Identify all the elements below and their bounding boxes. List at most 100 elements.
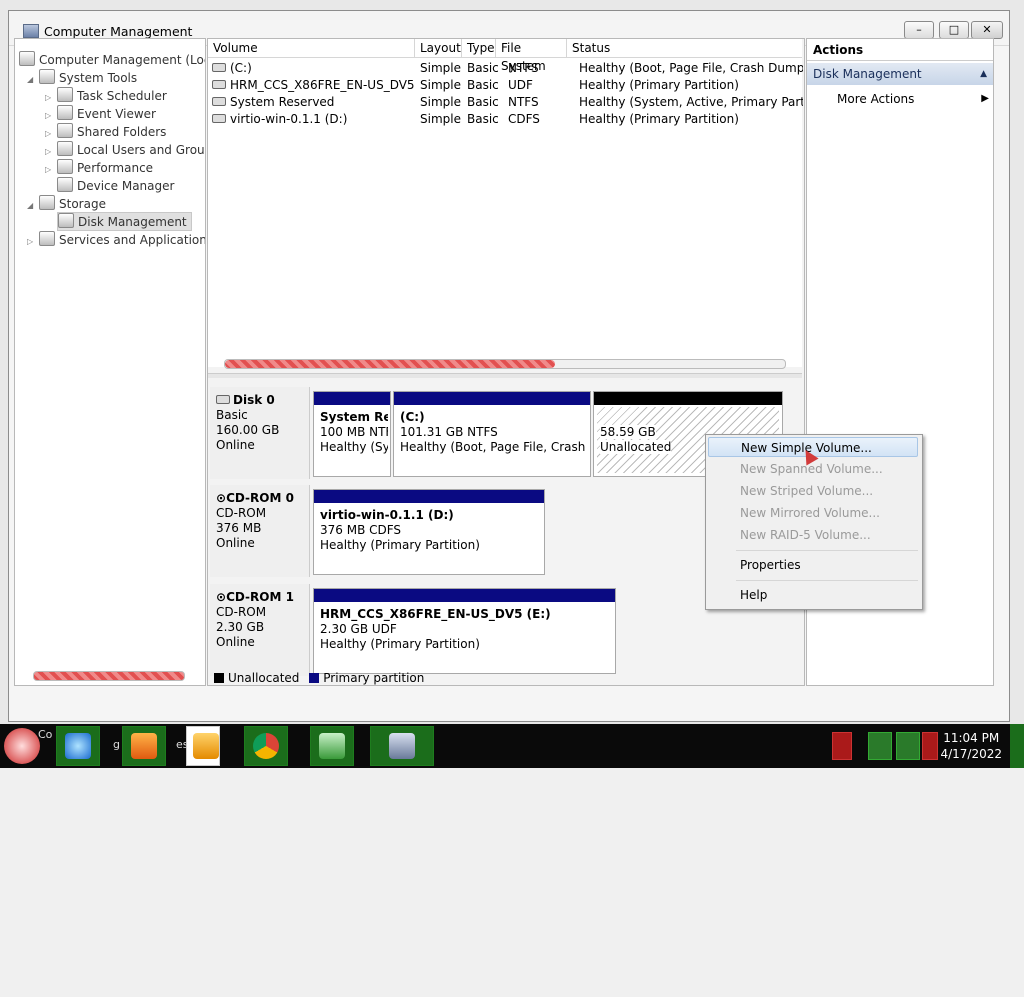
taskbar-explorer[interactable] <box>122 726 166 766</box>
collapse-arrow-icon[interactable]: ◢ <box>27 71 37 88</box>
partition-status: Healthy (Primary Partition) <box>320 637 480 651</box>
primary-swatch <box>309 673 320 683</box>
disk-kind: CD-ROM <box>216 506 267 520</box>
start-button[interactable] <box>4 728 40 764</box>
column-header-filesystem[interactable]: File System <box>496 39 567 73</box>
more-actions-label: More Actions <box>837 92 915 106</box>
tray-flag-icon[interactable] <box>832 732 852 760</box>
close-button[interactable]: ✕ <box>971 21 1003 39</box>
menu-separator <box>736 580 918 581</box>
shared-folders-icon <box>57 123 73 138</box>
taskbar-ie[interactable] <box>56 726 100 766</box>
partition-e[interactable]: HRM_CCS_X86FRE_EN-US_DV5 (E:) 2.30 GB UDF… <box>313 588 616 674</box>
table-row[interactable]: (C:) Simple Basic NTFS Healthy (Boot, Pa… <box>208 60 803 77</box>
collapse-arrow-icon[interactable]: ◢ <box>27 197 37 214</box>
vertical-scrollbar[interactable] <box>788 729 796 997</box>
horizontal-scrollbar[interactable] <box>33 671 185 681</box>
cell-volume: (C:) <box>230 61 252 75</box>
cell-filesystem: UDF <box>508 78 533 92</box>
cell-filesystem: CDFS <box>508 112 540 126</box>
partition-color-bar <box>314 392 390 405</box>
expand-arrow-icon[interactable]: ▷ <box>45 125 55 142</box>
more-actions-item[interactable]: More Actions ▶ <box>837 89 989 109</box>
disk-management-icon <box>58 213 74 228</box>
tray-network-icon[interactable] <box>896 732 920 760</box>
expand-arrow-icon[interactable]: ▷ <box>45 143 55 160</box>
horizontal-scrollbar[interactable] <box>224 359 786 369</box>
cell-status: Healthy (System, Active, Primary Partiti… <box>579 95 803 109</box>
menu-item-help[interactable]: Help <box>708 585 918 605</box>
tree-item-services[interactable]: ▷ Services and Applications <box>27 231 206 250</box>
partition-system-reserved[interactable]: System Res100 MB NTFHealthy (Sys <box>313 391 391 477</box>
tree-item-task-scheduler[interactable]: ▷ Task Scheduler <box>45 87 167 104</box>
partition-title: System Res <box>320 410 388 424</box>
computer-management-icon <box>319 733 345 759</box>
disk-icon <box>212 97 226 106</box>
menu-item-properties[interactable]: Properties <box>708 555 918 575</box>
table-row[interactable]: System Reserved Simple Basic NTFS Health… <box>208 94 803 111</box>
tree-item-device-manager[interactable]: Device Manager <box>57 177 174 194</box>
tree-item-label: System Tools <box>59 71 138 85</box>
event-viewer-icon <box>57 105 73 120</box>
minimize-button[interactable]: – <box>904 21 934 39</box>
collapse-triangle-icon[interactable]: ▲ <box>980 63 987 85</box>
partition-status: Healthy (Boot, Page File, Crash Dur <box>400 440 588 454</box>
disk-legend: Unallocated Primary partition <box>208 672 802 684</box>
tray-action-center-icon[interactable] <box>868 732 892 760</box>
cdrom-0-info[interactable]: ⊙CD-ROM 0 CD-ROM 376 MB Online <box>210 485 310 577</box>
tree-item-label: Performance <box>77 161 154 175</box>
cdrom-1-info[interactable]: ⊙CD-ROM 1 CD-ROM 2.30 GB Online <box>210 584 310 676</box>
tree-item-local-users[interactable]: ▷ Local Users and Groups <box>45 141 205 160</box>
partition-d[interactable]: virtio-win-0.1.1 (D:) 376 MB CDFS Healthy … <box>313 489 545 575</box>
partition-color-bar <box>314 589 615 602</box>
taskbar-app[interactable] <box>370 726 434 766</box>
maximize-button[interactable]: □ <box>939 21 969 39</box>
tree-item-label: Event Viewer <box>77 107 156 121</box>
table-row[interactable]: HRM_CCS_X86FRE_EN-US_DV5 (E:) Simple Bas… <box>208 77 802 94</box>
internet-explorer-icon <box>65 733 91 759</box>
partition-c[interactable]: (C:) 101.31 GB NTFS Healthy (Boot, Page Fi… <box>393 391 591 477</box>
tree-item-disk-management[interactable]: Disk Management <box>57 212 192 231</box>
expand-arrow-icon[interactable]: ▷ <box>45 161 55 178</box>
taskbar-media-player[interactable] <box>186 726 220 766</box>
expand-arrow-icon[interactable]: ▷ <box>45 89 55 106</box>
tree-item-shared-folders[interactable]: ▷ Shared Folders <box>45 123 166 140</box>
partition-size: 376 MB CDFS <box>320 523 402 537</box>
computer-icon <box>19 51 35 66</box>
cell-layout: Simple <box>420 61 461 75</box>
tree-item-performance[interactable]: ▷ Performance <box>45 159 153 176</box>
taskbar-computer-management[interactable] <box>310 726 354 766</box>
disk-name: Disk 0 <box>233 393 275 407</box>
expand-arrow-icon[interactable]: ▷ <box>27 233 37 250</box>
tree-root-label: Computer Management (Local <box>39 53 206 67</box>
scrollbar-thumb[interactable] <box>225 360 555 368</box>
column-header-layout[interactable]: Layout <box>415 39 462 57</box>
column-header-type[interactable]: Type <box>462 39 496 57</box>
column-header-status[interactable]: Status <box>567 39 802 57</box>
tools-icon <box>39 69 55 84</box>
application-icon <box>389 733 415 759</box>
column-header-volume[interactable]: Volume <box>208 39 415 57</box>
menu-item-new-spanned-volume: New Spanned Volume... <box>740 462 883 476</box>
table-row[interactable]: virtio-win-0.1.1 (D:) Simple Basic CDFS … <box>208 111 802 128</box>
tree-item-storage[interactable]: ◢ Storage <box>27 195 106 212</box>
window-title: Computer Management <box>44 24 193 39</box>
show-desktop-button[interactable] <box>1010 724 1024 768</box>
disk-kind: Basic <box>216 408 248 422</box>
taskbar-fragment: g <box>113 738 120 751</box>
tray-volume-icon[interactable] <box>922 732 938 760</box>
tree-root[interactable]: Computer Management (Local <box>19 51 206 68</box>
taskbar-chrome[interactable] <box>244 726 288 766</box>
disk-0-info[interactable]: Disk 0 Basic 160.00 GB Online <box>210 387 310 479</box>
pane-splitter[interactable] <box>208 373 802 378</box>
partition-size: 2.30 GB UDF <box>320 622 397 636</box>
expand-arrow-icon[interactable]: ▷ <box>45 107 55 124</box>
tree-item-system-tools[interactable]: ◢ System Tools <box>27 69 137 86</box>
disk-state: Online <box>216 635 255 649</box>
taskbar-clock[interactable]: 11:04 PM 4/17/2022 <box>940 730 1002 762</box>
disk-size: 160.00 GB <box>216 423 280 437</box>
actions-section-disk-management[interactable]: Disk Management ▲ <box>807 63 993 85</box>
tree-item-event-viewer[interactable]: ▷ Event Viewer <box>45 105 156 122</box>
menu-separator <box>736 550 918 551</box>
tree-item-label: Services and Applications <box>59 233 206 247</box>
